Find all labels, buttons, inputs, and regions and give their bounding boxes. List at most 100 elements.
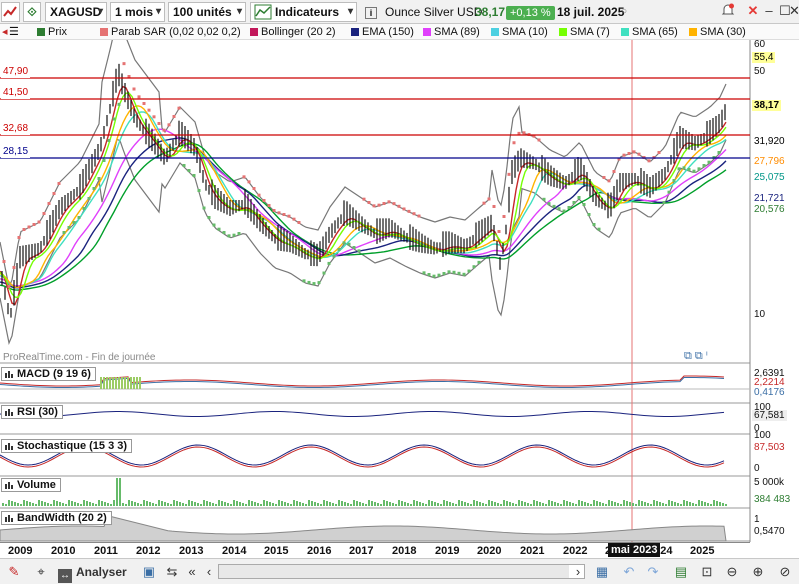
volume-bar [131,501,133,506]
volume-bar [182,503,184,506]
sar-dot [507,172,511,176]
legend-item-ema150[interactable]: EMA (150) [351,25,414,39]
volume-bar [134,502,136,506]
legend-item-sma30[interactable]: SMA (30) [689,25,746,39]
macd-hist-bar [127,377,129,389]
zoom-in-icon[interactable]: ⊕ [748,563,768,581]
level-label[interactable]: 47,90 [1,65,31,78]
panel-title-rsi[interactable]: RSI (30) [1,405,63,419]
sar-dot [237,232,241,235]
fit-icon[interactable]: ⇆ [163,563,181,581]
chevron-down-icon: ▾ [155,6,161,17]
bar-style-icon[interactable]: ▣ [140,563,158,581]
volume-bar [287,503,289,506]
volume-bar [56,501,58,506]
history-scrollbar[interactable] [218,564,585,579]
legend-item-sar[interactable]: Parab SAR (0,02 0,02 0,2) [100,25,241,39]
panel-title-bandwidth[interactable]: BandWidth (20 2) [1,511,112,525]
volume-bar [170,504,172,506]
units-selector[interactable]: 100 unités ▾ [168,2,246,22]
volume-bar [587,503,589,506]
copy-icon[interactable]: ⧉ [684,350,692,362]
sar-dot [407,209,411,213]
legend-item-sma65[interactable]: SMA (65) [621,25,678,39]
volume-bar [26,501,28,506]
panel-bars-icon [5,515,13,522]
sar-dot [452,270,456,274]
undo-icon[interactable]: ↶ [620,563,638,581]
sar-dot [692,169,696,173]
paste-icon[interactable]: ⧉ [695,350,703,362]
level-label[interactable]: 28,15 [1,145,31,158]
scroll-left-double-icon[interactable]: « [183,563,201,581]
panel-title-macd[interactable]: MACD (9 19 6) [1,367,96,381]
volume-bar [677,503,679,506]
zoom-reset-icon[interactable]: ⊘ [774,563,796,581]
volume-bar [401,501,403,506]
volume-bar [653,500,655,506]
close-icon[interactable]: ✕ [789,3,799,19]
zoom-box-icon[interactable]: ⊡ [696,563,718,581]
chart-menu-icon[interactable] [1,2,20,22]
bandwidth-value: 0,5470 [754,526,785,537]
volume-bar [452,503,454,506]
collapse-icon[interactable]: ☰ [9,25,19,39]
volume-bar [338,500,340,506]
volume-bar [347,503,349,506]
instrument-selector[interactable]: XAGUSD ▾ [45,2,107,22]
volume-bar [191,501,193,506]
legend-item-sma89[interactable]: SMA (89) [423,25,480,39]
volume-bar [413,500,415,506]
sar-dot [682,166,686,170]
volume-bar [518,500,520,506]
notifications-icon[interactable] [720,3,736,19]
cursor-tool-icon[interactable]: ⌖ [30,563,52,581]
redo-icon[interactable]: ↷ [644,563,662,581]
panel-title-volume[interactable]: Volume [1,478,61,492]
zoom-out-icon[interactable]: ⊖ [722,563,742,581]
indicators-button[interactable]: Indicateurs ▾ [250,2,357,22]
info-small-icon[interactable]: ⁱ [706,350,708,362]
scroll-right-icon[interactable]: › [572,563,584,581]
chart-area[interactable] [0,40,799,554]
level-label[interactable]: 41,50 [1,86,31,99]
quote-date: 18 juil. 2025 [557,5,625,19]
legend-label: SMA (89) [434,26,480,38]
legend-item-prix[interactable]: Prix [37,25,67,39]
minimize-icon[interactable]: – [761,3,777,19]
analyser-button[interactable]: ↔ Analyser [58,563,136,583]
volume-bar [707,503,709,506]
sar-dot [522,131,526,135]
change-badge: +0,13 % [506,6,555,20]
info-icon[interactable]: i [365,2,379,22]
volume-bar [233,500,235,506]
chart-type-icon[interactable]: ▤ [672,563,690,581]
color-swatch [621,28,629,36]
level-label[interactable]: 32,68 [1,122,31,135]
sar-dot [27,225,31,229]
year-label: 2017 [349,545,374,557]
sar-dot [497,230,501,233]
timeframe-selector[interactable]: 1 mois ▾ [110,2,165,22]
price-label-ema150: 21,721 [752,193,787,204]
drawing-tool-icon[interactable]: ✎ [4,563,24,581]
panel-title-text: MACD (9 19 6) [17,368,91,380]
panel-title-stochastic[interactable]: Stochastique (15 3 3) [1,439,133,453]
scroll-left-icon[interactable]: ‹ [202,563,216,581]
legend-item-bollinger[interactable]: Bollinger (20 2) [250,25,336,39]
sar-dot [647,159,651,163]
remove-arrow-icon[interactable]: ◂ [2,25,8,39]
link-icon[interactable]: ⟐ [23,2,41,22]
calendar-icon[interactable]: ▦ [592,563,612,581]
legend-item-sma10[interactable]: SMA (10) [491,25,548,39]
volume-bar [665,504,667,506]
sar-dot [342,241,346,245]
copy-icons[interactable]: ⧉ ⧉ ⁱ [684,349,708,363]
macd-hist-bar [103,377,105,389]
sar-dot [307,280,311,284]
volume-bar [365,504,367,506]
legend-item-sma7[interactable]: SMA (7) [559,25,610,39]
scrollbar-thumb[interactable] [219,565,569,578]
close-alert-icon[interactable]: ✕ [745,3,761,19]
sar-dot [207,216,211,219]
